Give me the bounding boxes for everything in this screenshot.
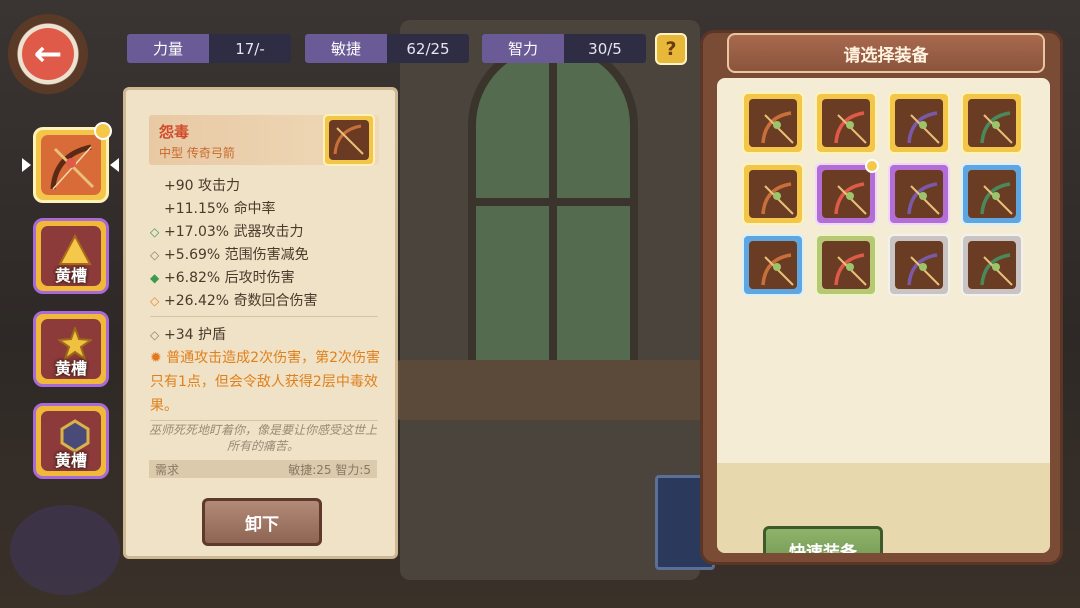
- unequip-button[interactable]: 卸下: [202, 498, 322, 546]
- select-panel-title: 请选择装备: [727, 33, 1045, 73]
- attribute-odd-round: ◇ +26.42% 奇数回合伤害: [150, 293, 318, 309]
- slot-weapon[interactable]: [33, 122, 112, 203]
- bow-icon: [834, 253, 867, 286]
- back-button[interactable]: ←: [8, 14, 88, 94]
- background-desk: [395, 360, 705, 420]
- stat-strength: 力量 17/-: [127, 34, 291, 63]
- diamond-outline-icon: ◇: [150, 248, 160, 262]
- inventory-item[interactable]: [815, 92, 877, 154]
- diamond-filled-icon: ◆: [150, 271, 160, 285]
- inventory-item[interactable]: [742, 163, 804, 225]
- stat-agility-value: 62/25: [387, 34, 469, 63]
- selection-arrow-left: [22, 158, 31, 172]
- slot-gem-3-label: 黄槽: [54, 451, 87, 470]
- bow-icon: [980, 182, 1013, 215]
- select-equipment-panel: 请选择装备 快速装备: [700, 30, 1063, 565]
- attribute-weapon-attack: ◇ +17.03% 武器攻击力: [150, 224, 304, 240]
- stat-strength-label: 力量: [127, 34, 209, 63]
- inventory-item[interactable]: [888, 92, 950, 154]
- inventory-item[interactable]: [888, 234, 950, 296]
- stat-agility-label: 敏捷: [305, 34, 387, 63]
- stat-intelligence: 智力 30/5: [482, 34, 646, 63]
- inventory-item[interactable]: [742, 92, 804, 154]
- wrench-icon: [94, 122, 112, 140]
- divider: [150, 420, 378, 421]
- stat-intelligence-value: 30/5: [564, 34, 646, 63]
- bow-icon: [761, 182, 794, 215]
- inventory-item[interactable]: [961, 163, 1023, 225]
- stat-agility: 敏捷 62/25: [305, 34, 469, 63]
- requirement-value: 敏捷:25 智力:5: [288, 462, 371, 477]
- item-type: 中型 传奇弓箭: [159, 146, 235, 160]
- help-button[interactable]: ?: [655, 33, 687, 65]
- inventory-item[interactable]: [815, 234, 877, 296]
- diamond-outline-icon: ◇: [150, 294, 160, 308]
- bow-icon: [50, 144, 95, 190]
- slot-gem-3[interactable]: 黄槽: [33, 403, 109, 479]
- attribute-shield: ◇ +34 护盾: [150, 327, 226, 343]
- attribute-attack: +90 攻击力: [164, 178, 240, 194]
- help-icon: ?: [665, 38, 677, 60]
- bow-icon: [980, 111, 1013, 144]
- item-thumbnail: [323, 114, 375, 166]
- wrench-icon: [865, 159, 879, 173]
- item-name: 怨毒: [159, 123, 190, 141]
- bow-icon: [980, 253, 1013, 286]
- bow-icon: [907, 182, 940, 215]
- attribute-accuracy: +11.15% 命中率: [164, 201, 276, 217]
- slot-gem-1[interactable]: 黄槽: [33, 218, 109, 294]
- selection-arrow-right: [110, 158, 119, 172]
- inventory-item[interactable]: [888, 163, 950, 225]
- bow-icon: [907, 111, 940, 144]
- bow-icon: [834, 111, 867, 144]
- diamond-outline-icon: ◇: [150, 225, 160, 239]
- slot-gem-2[interactable]: 黄槽: [33, 311, 109, 387]
- inventory-grid: [742, 92, 1023, 296]
- special-effect-text: 普通攻击造成2次伤害，第2次伤害只有1点，但会令敌人获得2层中毒效果。: [150, 350, 381, 414]
- star-icon: ✹: [150, 350, 162, 366]
- bow-icon: [834, 182, 867, 215]
- lore-text: 巫师死死地盯着你，像是要让你感受这世上所有的痛苦。: [148, 423, 377, 453]
- inventory-item[interactable]: [961, 234, 1023, 296]
- diamond-outline-icon: ◇: [150, 328, 160, 342]
- inventory-item[interactable]: [742, 234, 804, 296]
- inventory-item[interactable]: [961, 92, 1023, 154]
- slot-gem-1-label: 黄槽: [54, 266, 87, 285]
- bow-icon: [761, 111, 794, 144]
- slot-gem-2-label: 黄槽: [54, 359, 87, 378]
- background-rug: [10, 505, 120, 595]
- arrow-left-icon: ←: [22, 28, 74, 80]
- item-detail-panel: 怨毒 中型 传奇弓箭 +90 攻击力 +11.15% 命中率 ◇ +17.03% …: [123, 87, 398, 559]
- requirement-label: 需求: [155, 462, 180, 477]
- special-effect: ✹ 普通攻击造成2次伤害，第2次伤害只有1点，但会令敌人获得2层中毒效果。: [150, 346, 382, 418]
- attribute-late-attack: ◆ +6.82% 后攻时伤害: [150, 270, 295, 286]
- bow-icon: [907, 253, 940, 286]
- divider: [150, 316, 378, 317]
- stat-strength-value: 17/-: [209, 34, 291, 63]
- background-window: [468, 40, 638, 370]
- quick-equip-button[interactable]: 快速装备: [763, 526, 883, 553]
- inventory-area: 快速装备: [717, 78, 1050, 553]
- inventory-item[interactable]: [815, 159, 879, 225]
- bow-icon: [761, 253, 794, 286]
- bow-icon: [333, 124, 364, 155]
- requirement-bar: 需求 敏捷:25 智力:5: [149, 460, 377, 478]
- stat-intelligence-label: 智力: [482, 34, 564, 63]
- attribute-aoe-reduction: ◇ +5.69% 范围伤害减免: [150, 247, 309, 263]
